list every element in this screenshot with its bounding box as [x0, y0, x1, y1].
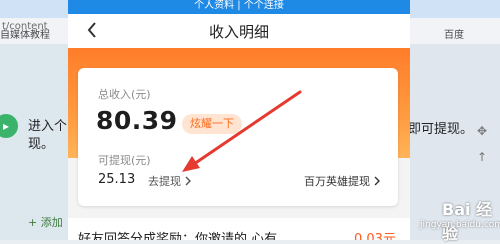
bg-text-line2: 现。: [28, 137, 55, 152]
up-arrow-icon[interactable]: ↑: [477, 150, 487, 164]
add-button[interactable]: + 添加: [28, 214, 63, 230]
bookmark-left[interactable]: 自媒体教程: [0, 26, 50, 41]
income-card: 总收入(元) 80.39 炫耀一下 可提现(元) 25.13 去提现 百万英雄提…: [78, 68, 398, 206]
bg-text-line1: 进入个: [28, 119, 68, 134]
side-toolbar: ✥ ↑: [470, 124, 494, 164]
withdraw-link[interactable]: 去提现: [148, 173, 191, 189]
page-title: 收入明细: [208, 23, 269, 41]
chevron-right-icon: [185, 176, 191, 186]
total-income-amount: 80.39: [96, 106, 178, 135]
chevron-right-icon: [374, 176, 380, 186]
background-text-right: 即可提现。: [408, 122, 474, 137]
withdraw-link-label: 去提现: [148, 175, 181, 188]
bookmark-right[interactable]: 百度: [444, 26, 464, 41]
show-off-button[interactable]: 炫耀一下: [182, 114, 242, 134]
withdrawable-label: 可提现(元): [98, 154, 151, 167]
reward-list-item[interactable]: 好友回答分成奖励：你邀请的 心有 0.03元: [68, 218, 410, 240]
withdrawable-amount: 25.13: [98, 172, 136, 187]
move-icon[interactable]: ✥: [477, 124, 487, 138]
reward-description: 好友回答分成奖励：你邀请的 心有: [78, 232, 278, 240]
reward-amount: 0.03元: [354, 232, 396, 240]
background-text-left: 进入个 现。: [28, 118, 67, 154]
hero-withdraw-label: 百万英雄提现: [304, 175, 370, 188]
total-income-label: 总收入(元): [98, 88, 151, 101]
hero-withdraw-link[interactable]: 百万英雄提现: [304, 173, 380, 189]
mobile-app-window: 个人资料 | 个个连接 收入明细 总收入(元) 80.39 炫耀一下 可提现(元…: [68, 0, 410, 240]
baidu-watermark-url: jingyan.baidu.com: [420, 220, 500, 230]
